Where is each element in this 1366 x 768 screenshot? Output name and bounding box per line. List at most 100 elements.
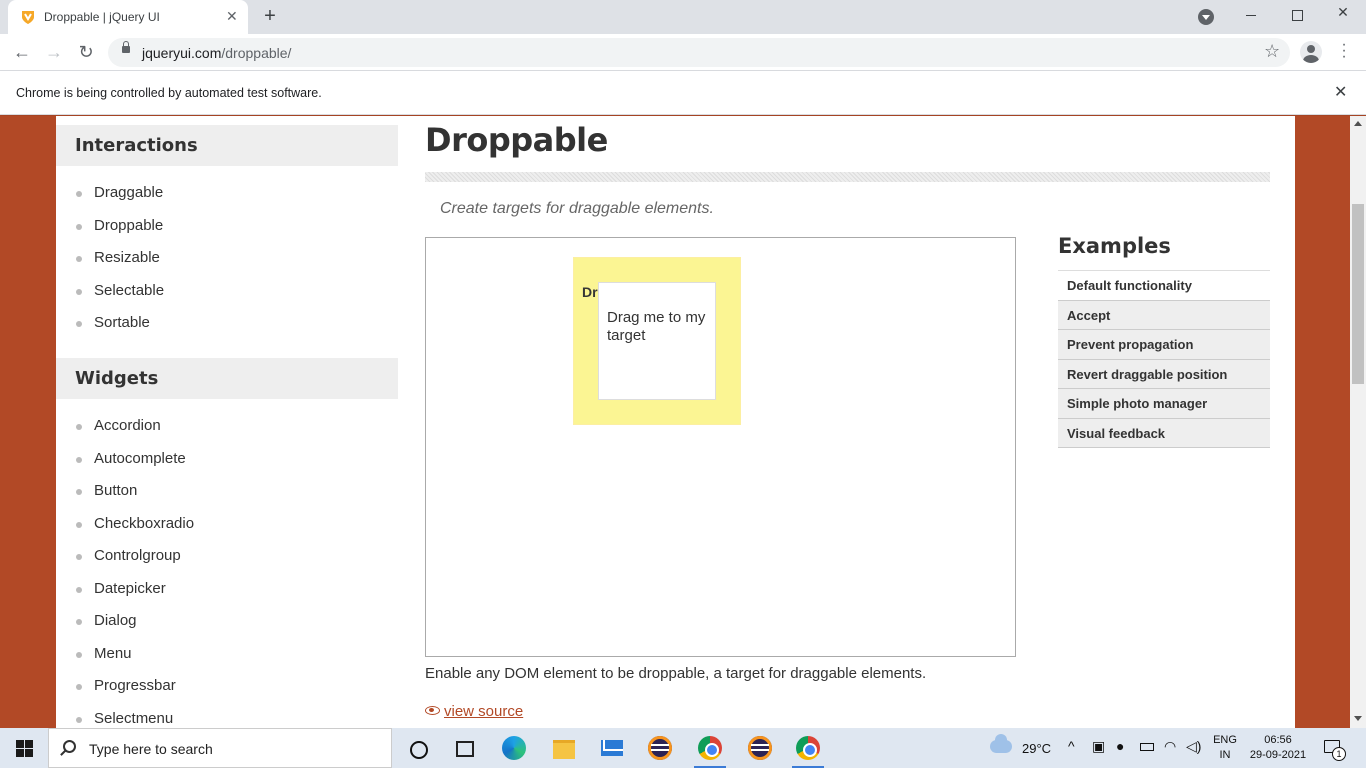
volume-icon[interactable]: ◁) [1186,738,1201,755]
edge-icon[interactable] [494,732,534,764]
demo-frame: Dr Drag me to my target [425,237,1016,657]
sidebar-item-label[interactable]: Button [94,482,137,499]
bullet-icon [76,256,82,262]
sidebar-item-selectmenu[interactable]: Selectmenu [56,709,398,728]
minimize-button[interactable] [1236,4,1266,28]
eclipse-icon[interactable] [640,732,680,764]
clock-time: 06:56 [1264,734,1292,746]
new-tab-button[interactable]: + [260,5,280,28]
url-path: /droppable/ [221,45,292,61]
example-visual-feedback[interactable]: Visual feedback [1058,418,1270,448]
mail-icon[interactable] [592,732,632,764]
sidebar-item-label[interactable]: Controlgroup [94,547,181,564]
sidebar-item-datepicker[interactable]: Datepicker [56,579,398,603]
weather-cloud-icon[interactable] [990,734,1012,753]
back-icon[interactable]: ← [10,40,34,64]
meet-now-icon[interactable]: ▣ [1092,738,1105,755]
chrome-icon[interactable] [690,732,730,768]
scroll-thumb[interactable] [1352,204,1364,384]
scroll-up-icon[interactable] [1354,121,1362,126]
windows-start-icon[interactable] [16,740,33,757]
sidebar-item-label[interactable]: Autocomplete [94,450,186,467]
example-revert-draggable-position[interactable]: Revert draggable position [1058,359,1270,389]
draggable-label: Drag me to my target [607,309,706,344]
taskbar-search-box[interactable]: Type here to search [48,728,392,768]
sidebar-item-label[interactable]: Draggable [94,184,163,201]
task-view-icon[interactable] [444,732,484,764]
reload-icon[interactable]: ↻ [74,40,98,64]
sidebar-item-dialog[interactable]: Dialog [56,611,398,635]
example-prevent-propagation[interactable]: Prevent propagation [1058,330,1270,360]
sidebar-item-button[interactable]: Button [56,481,398,505]
star-icon[interactable]: ☆ [1264,41,1280,62]
sidebar-item-droppable[interactable]: Droppable [56,216,398,240]
sidebar-heading-interactions: Interactions [56,125,398,166]
lock-icon[interactable] [122,41,130,53]
page-scrollbar[interactable] [1350,116,1366,728]
sidebar-item-resizable[interactable]: Resizable [56,248,398,272]
sidebar-item-draggable[interactable]: Draggable [56,183,398,207]
page-description: Enable any DOM element to be droppable, … [425,665,927,682]
eye-icon [425,706,440,715]
droppable-label: Dr [582,284,598,300]
draggable-box[interactable]: Drag me to my target [598,282,716,400]
input-language[interactable]: ENG IN [1212,733,1238,763]
content-area: Interactions Draggable Droppable Resizab… [56,116,1295,728]
sidebar-heading-widgets: Widgets [56,358,398,399]
page-title: Droppable [425,121,608,159]
sidebar-item-selectable[interactable]: Selectable [56,281,398,305]
menu-icon[interactable]: · · · [1336,37,1352,65]
tab-close-icon[interactable]: ✕ [226,8,238,25]
cortana-icon[interactable] [398,732,438,764]
window-close-button[interactable]: ✕ [1328,4,1358,28]
sidebar-item-controlgroup[interactable]: Controlgroup [56,546,398,570]
scroll-down-icon[interactable] [1354,716,1362,721]
file-explorer-icon[interactable] [544,732,584,764]
infobar-close-icon[interactable]: ✕ [1334,82,1347,102]
eclipse-icon[interactable] [740,732,780,764]
system-clock[interactable]: 06:56 29-09-2021 [1246,733,1310,763]
sidebar-item-checkboxradio[interactable]: Checkboxradio [56,514,398,538]
forward-icon[interactable]: → [42,40,66,64]
sidebar-item-label[interactable]: Droppable [94,217,163,234]
example-simple-photo-manager[interactable]: Simple photo manager [1058,389,1270,419]
url-text[interactable]: jqueryui.com/droppable/ [142,45,291,61]
tab-strip: Droppable | jQuery UI ✕ + ✕ [0,0,1366,34]
wifi-icon[interactable]: ◠ [1164,738,1176,755]
example-accept[interactable]: Accept [1058,300,1270,330]
show-hidden-icons-icon[interactable]: ^ [1068,738,1075,754]
examples-heading: Examples [1058,234,1171,258]
sidebar-item-label[interactable]: Dialog [94,612,137,629]
sidebar-item-label[interactable]: Selectable [94,282,164,299]
sidebar-item-sortable[interactable]: Sortable [56,313,398,337]
weather-temperature[interactable]: 29°C [1022,741,1051,756]
example-default-functionality[interactable]: Default functionality [1058,271,1270,301]
browser-tab[interactable]: Droppable | jQuery UI ✕ [8,0,248,34]
profile-icon[interactable] [1300,41,1322,63]
sidebar-item-label[interactable]: Datepicker [94,580,166,597]
maximize-button[interactable] [1282,4,1312,28]
sidebar-item-label[interactable]: Sortable [94,314,150,331]
sidebar-item-label[interactable]: Accordion [94,417,161,434]
sidebar-item-label[interactable]: Progressbar [94,677,176,694]
sidebar-item-accordion[interactable]: Accordion [56,416,398,440]
tab-search-icon[interactable] [1198,9,1214,25]
sidebar-item-label[interactable]: Selectmenu [94,710,173,727]
battery-icon[interactable] [1140,743,1154,751]
sidebar-item-label[interactable]: Resizable [94,249,160,266]
taskbar-search-placeholder: Type here to search [89,741,213,757]
bullet-icon [76,489,82,495]
sidebar-item-progressbar[interactable]: Progressbar [56,676,398,700]
chrome-icon[interactable] [788,732,828,768]
address-bar[interactable]: jqueryui.com/droppable/ ☆ [108,38,1290,67]
page-subtitle: Create targets for draggable elements. [440,200,714,217]
sidebar-item-menu[interactable]: Menu [56,644,398,668]
view-source-label[interactable]: view source [444,703,523,720]
microphone-icon[interactable]: ● [1116,738,1124,754]
sidebar-item-label[interactable]: Menu [94,645,132,662]
bullet-icon [76,587,82,593]
sidebar-item-label[interactable]: Checkboxradio [94,515,194,532]
sidebar-heading-label: Interactions [75,135,198,156]
view-source-link[interactable]: view source [425,703,523,720]
sidebar-item-autocomplete[interactable]: Autocomplete [56,449,398,473]
